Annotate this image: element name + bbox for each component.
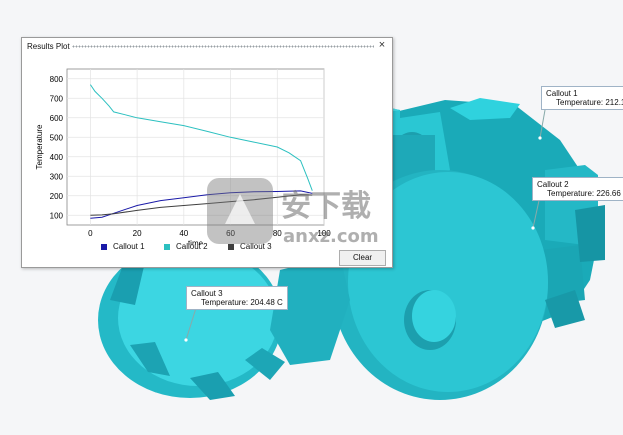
- legend-item-callout-3[interactable]: Callout 3: [228, 242, 272, 251]
- legend-swatch-callout-1: [101, 243, 107, 250]
- y-tick-label: 600: [50, 114, 64, 123]
- plot-area: [66, 68, 325, 226]
- legend-item-callout-2[interactable]: Callout 2: [164, 242, 208, 251]
- x-tick-label: 0: [88, 229, 93, 238]
- y-tick-label: 500: [50, 133, 64, 142]
- legend-swatch-callout-2: [164, 243, 170, 250]
- legend-label-callout-1: Callout 1: [113, 242, 145, 251]
- clear-button[interactable]: Clear: [339, 250, 386, 266]
- callout-2-value: Temperature: 226.66 C: [547, 189, 623, 198]
- callout-3-value: Temperature: 204.48 C: [201, 298, 283, 307]
- x-tick-label: 20: [133, 229, 142, 238]
- legend-item-callout-1[interactable]: Callout 1: [101, 242, 145, 251]
- legend-label-callout-3: Callout 3: [240, 242, 272, 251]
- callout-1-value: Temperature: 212.10 C: [556, 98, 623, 107]
- y-tick-label: 800: [50, 75, 64, 84]
- legend-label-callout-2: Callout 2: [176, 242, 208, 251]
- callout-1-name: Callout 1: [546, 89, 578, 98]
- drag-grip[interactable]: [72, 45, 374, 48]
- y-tick-label: 700: [50, 94, 64, 103]
- results-plot-panel[interactable]: Results Plot × 0 20 40 60 80 100 100 200 300 400 5…: [21, 37, 393, 268]
- close-icon[interactable]: ×: [376, 39, 388, 51]
- callout-3-name: Callout 3: [191, 289, 223, 298]
- y-tick-label: 200: [50, 192, 64, 201]
- y-tick-label: 100: [50, 211, 64, 220]
- x-tick-label: 60: [226, 229, 235, 238]
- legend-swatch-callout-3: [228, 243, 234, 250]
- y-tick-label: 300: [50, 172, 64, 181]
- x-tick-label: 100: [317, 229, 331, 238]
- x-tick-label: 80: [273, 229, 282, 238]
- results-chart: 0 20 40 60 80 100100200300400500600700800time…: [35, 68, 331, 245]
- panel-titlebar[interactable]: Results Plot ×: [22, 38, 392, 55]
- x-tick-label: 40: [179, 229, 188, 238]
- y-tick-label: 400: [50, 153, 64, 162]
- callout-2-name: Callout 2: [537, 180, 569, 189]
- y-axis-label: Temperature: [35, 124, 44, 169]
- panel-title: Results Plot: [27, 42, 70, 51]
